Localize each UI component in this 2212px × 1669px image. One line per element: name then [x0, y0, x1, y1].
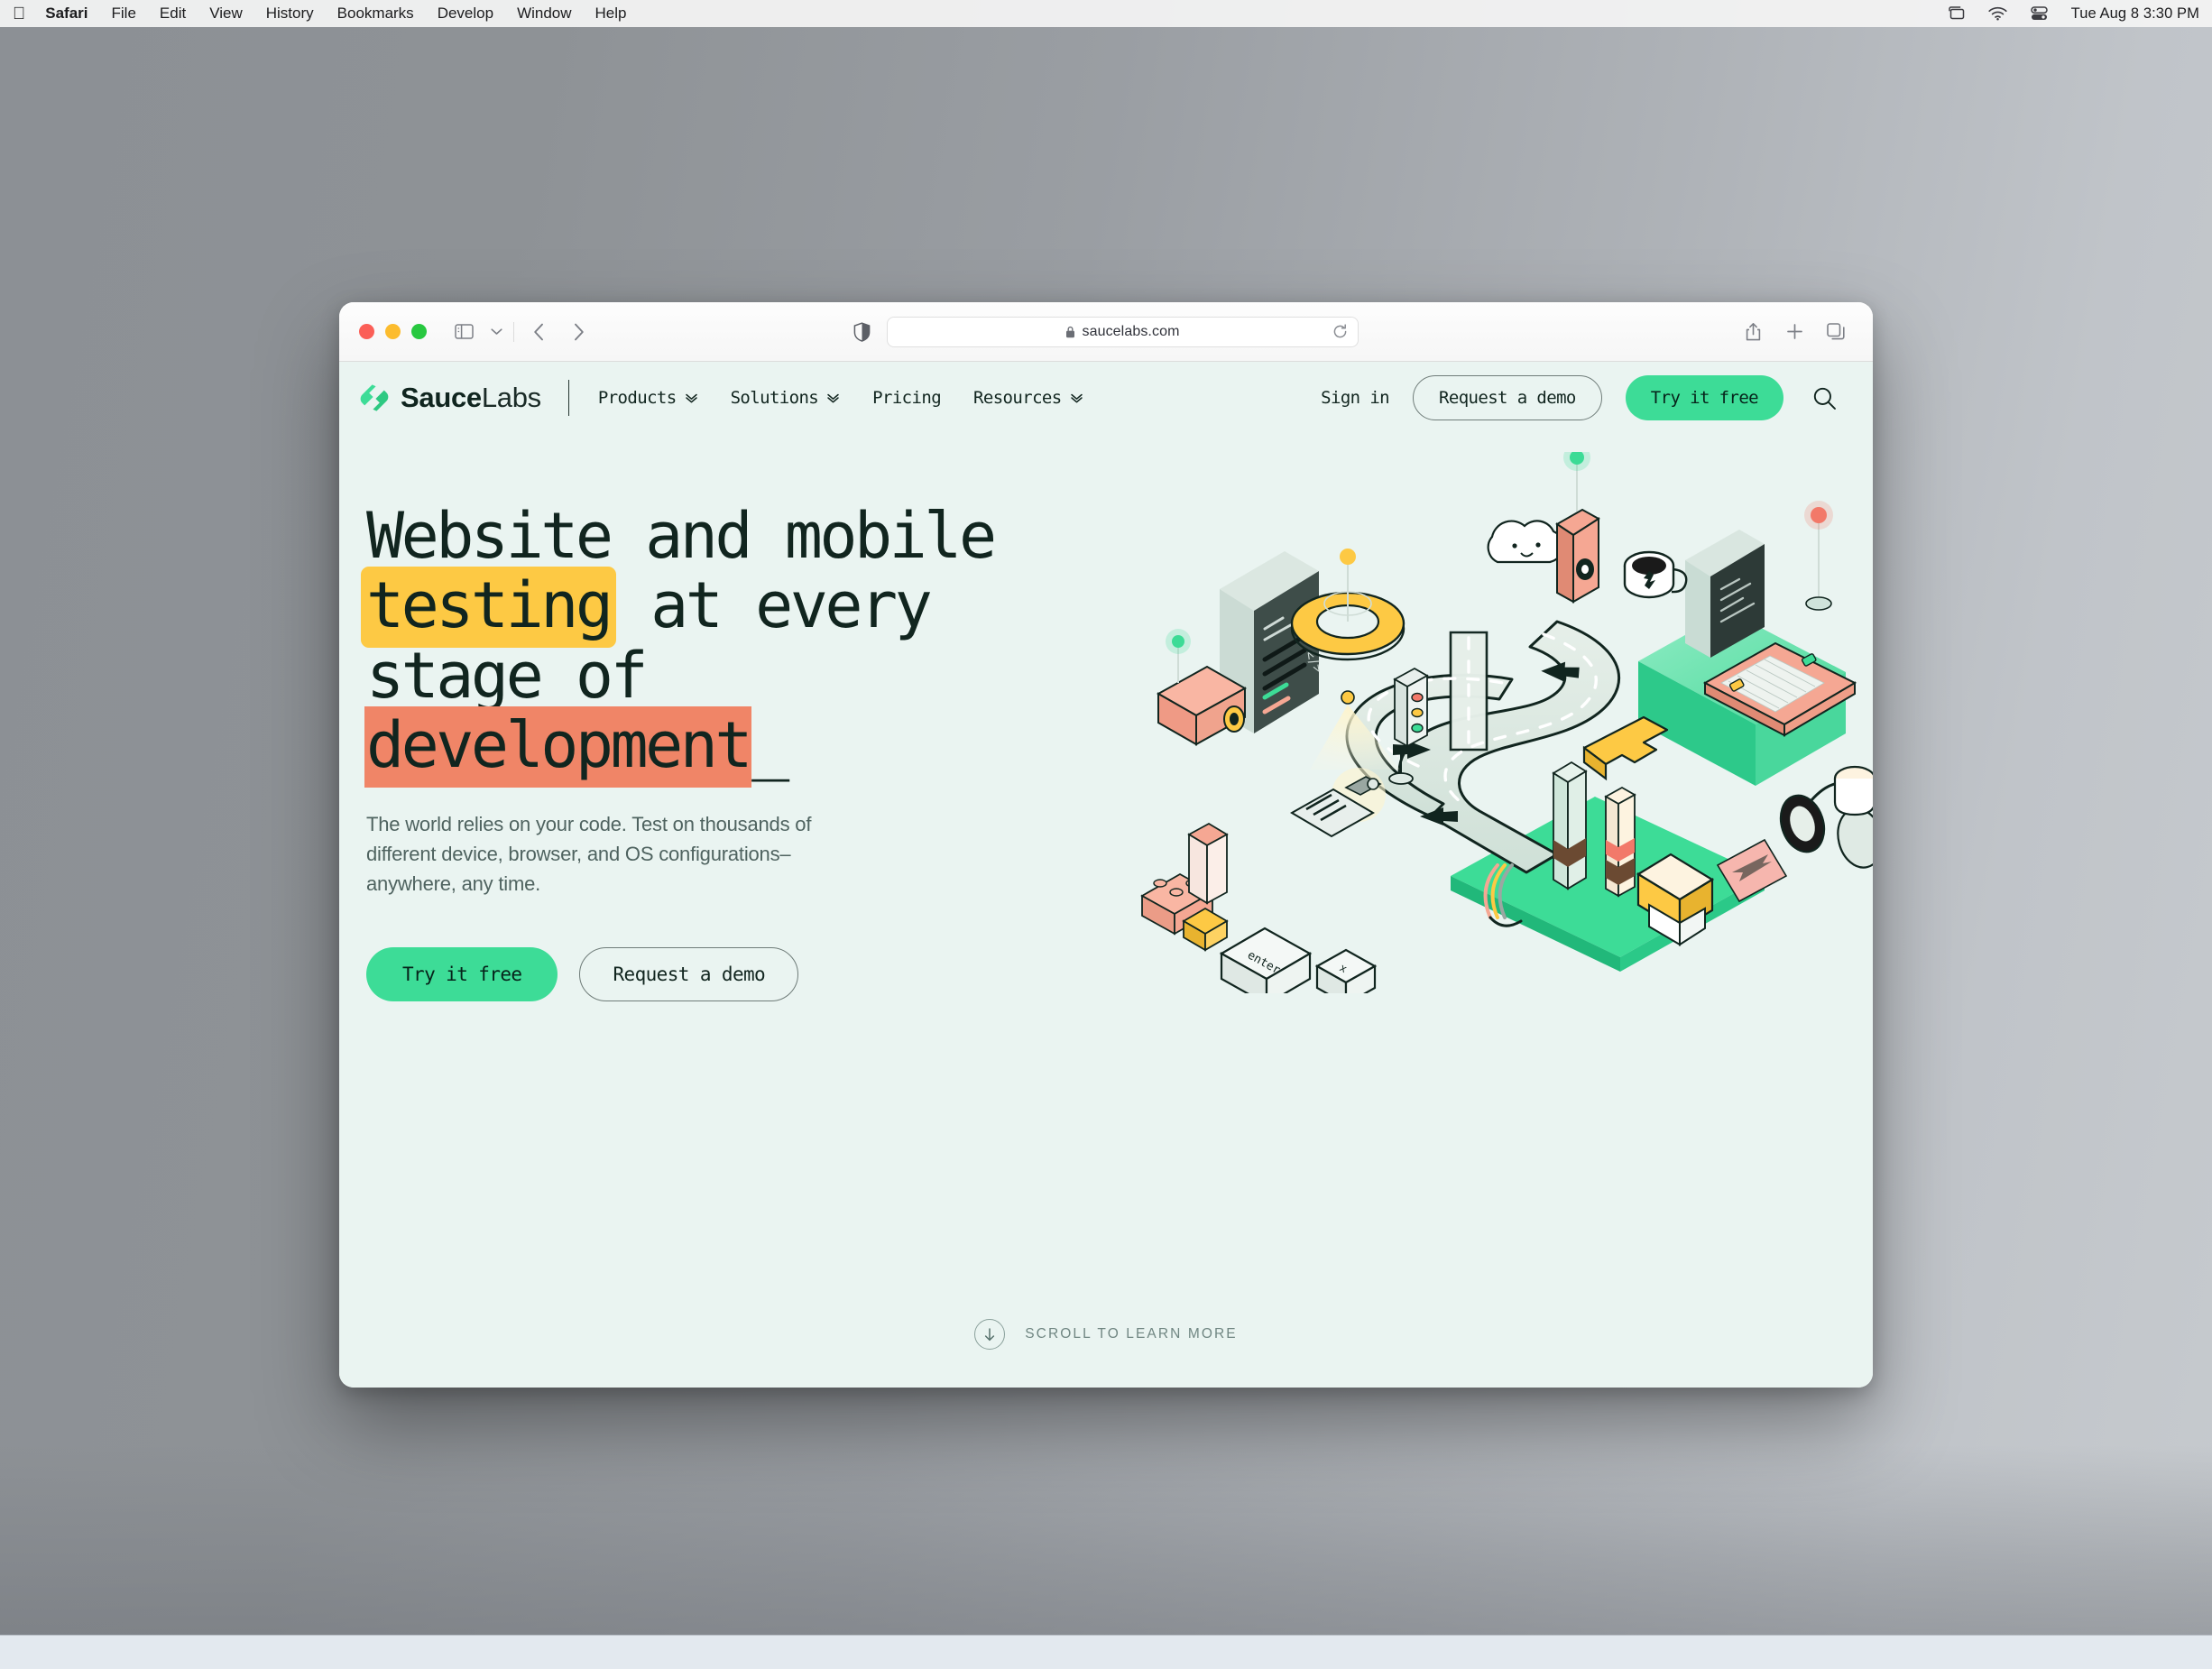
nav-item-solutions[interactable]: Solutions [731, 388, 841, 408]
zoom-button[interactable] [411, 324, 427, 339]
hero-section: Website and mobile testing at every stag… [339, 434, 1873, 1001]
brand-sauce: Sauce [401, 382, 482, 413]
toolbar-divider [513, 321, 514, 342]
menu-item-safari[interactable]: Safari [45, 5, 88, 23]
toolbar-right-actions [1736, 317, 1853, 347]
menu-item-edit[interactable]: Edit [160, 5, 186, 23]
desktop-shadow [0, 1445, 2212, 1635]
hero-copy: Website and mobile testing at every stag… [339, 499, 1052, 1001]
hero-request-demo-button[interactable]: Request a demo [579, 946, 799, 1001]
scroll-to-learn-more[interactable]: SCROLL TO LEARN MORE [339, 1319, 1873, 1350]
minimize-button[interactable] [385, 324, 401, 339]
chevron-down-icon [826, 393, 840, 403]
menu-item-view[interactable]: View [209, 5, 243, 23]
apple-logo-icon[interactable]:  [13, 5, 25, 23]
menu-item-bookmarks[interactable]: Bookmarks [337, 5, 414, 23]
site-navbar: SauceLabs Products Solutions Pricing Res… [339, 362, 1873, 434]
saucelabs-logo[interactable]: SauceLabs [359, 382, 541, 414]
lego-bricks [1140, 822, 1229, 952]
browser-toolbar: saucelabs.com [339, 302, 1873, 362]
headphones [1779, 765, 1873, 869]
window-controls [359, 324, 427, 339]
desktop-bottom-strip [0, 1635, 2212, 1669]
headline-highlight-development: development [364, 706, 753, 788]
nav-item-pricing-label: Pricing [872, 388, 942, 408]
headline-line-2-rest: at every [615, 568, 933, 643]
nav-item-products[interactable]: Products [598, 388, 698, 408]
tab-overview-icon[interactable] [1819, 317, 1853, 347]
chevron-down-icon [1070, 393, 1083, 403]
menu-bar-clock[interactable]: Tue Aug 8 3:30 PM [2071, 5, 2199, 23]
sidebar-icon[interactable] [447, 317, 481, 347]
plus-icon[interactable] [1777, 317, 1811, 347]
address-bar-area: saucelabs.com [853, 316, 1359, 347]
web-page-content: SauceLabs Products Solutions Pricing Res… [339, 362, 1873, 1388]
scroll-label: SCROLL TO LEARN MORE [1025, 1326, 1238, 1342]
menu-item-window[interactable]: Window [517, 5, 571, 23]
safari-window: saucelabs.com SauceLabs Products Solutio… [339, 302, 1873, 1388]
headline-line-3: stage of [366, 638, 649, 713]
brand-labs: Labs [481, 382, 541, 413]
cloud [1487, 520, 1564, 564]
screen-mirroring-icon[interactable] [1946, 5, 1965, 22]
desk-block [1623, 501, 1857, 786]
x-key: x [1314, 948, 1378, 993]
nav-item-resources[interactable]: Resources [973, 388, 1083, 408]
hero-cta-row: Try it free Request a demo [366, 946, 1052, 1001]
arrow-down-icon [974, 1319, 1006, 1350]
control-center-icon[interactable] [2030, 6, 2048, 21]
headline-line-2: testing at every [361, 567, 1052, 649]
headline-line-1: Website and mobile [366, 499, 997, 573]
floating-phone [1555, 452, 1600, 604]
nav-item-resources-label: Resources [973, 388, 1062, 408]
headline-line-4: development_ [364, 706, 1052, 788]
primary-nav: Products Solutions Pricing Resources [598, 388, 1083, 408]
menu-item-file[interactable]: File [112, 5, 136, 23]
isometric-testing-road-illustration: </> enter x [1133, 452, 1873, 993]
page-title: Website and mobile testing at every stag… [361, 499, 1052, 788]
url-input[interactable]: saucelabs.com [887, 316, 1359, 347]
nav-item-products-label: Products [597, 388, 677, 408]
share-icon[interactable] [1736, 317, 1770, 347]
url-text-group: saucelabs.com [1065, 324, 1179, 340]
red-pin-marker [1804, 501, 1833, 611]
forward-arrow-icon[interactable] [561, 317, 595, 347]
hero-try-it-free-button[interactable]: Try it free [366, 946, 558, 1001]
brand-wordmark: SauceLabs [401, 382, 541, 414]
menu-item-develop[interactable]: Develop [438, 5, 493, 23]
headline-caret: _ [751, 708, 789, 783]
menu-item-history[interactable]: History [266, 5, 314, 23]
coffee-mug [1623, 550, 1688, 599]
navigation-controls [447, 317, 595, 347]
sign-in-link[interactable]: Sign in [1321, 388, 1389, 408]
url-hostname: saucelabs.com [1082, 323, 1180, 339]
nav-item-solutions-label: Solutions [730, 388, 819, 408]
macos-menu-bar:  Safari File Edit View History Bookmark… [0, 0, 2212, 27]
close-button[interactable] [359, 324, 374, 339]
chevron-down-icon[interactable] [486, 317, 506, 347]
enter-key: enter [1219, 927, 1313, 993]
request-demo-button[interactable]: Request a demo [1413, 375, 1602, 420]
search-icon[interactable] [1812, 386, 1837, 410]
try-it-free-button[interactable]: Try it free [1625, 375, 1783, 420]
nav-item-pricing[interactable]: Pricing [872, 388, 941, 408]
back-arrow-icon[interactable] [521, 317, 556, 347]
menu-item-help[interactable]: Help [595, 5, 627, 23]
lock-icon [1065, 326, 1075, 338]
shield-icon[interactable] [853, 321, 871, 342]
cursor-arrow [1582, 715, 1669, 781]
sauce-bolt-icon [360, 384, 389, 411]
wifi-icon[interactable] [1987, 6, 2007, 21]
headline-highlight-testing: testing [361, 567, 616, 649]
navbar-actions: Sign in Request a demo Try it free [1321, 375, 1837, 420]
hero-subtitle: The world relies on your code. Test on t… [366, 812, 812, 895]
reload-icon[interactable] [1332, 324, 1348, 339]
navbar-divider [567, 380, 569, 416]
chevron-down-icon [685, 393, 698, 403]
